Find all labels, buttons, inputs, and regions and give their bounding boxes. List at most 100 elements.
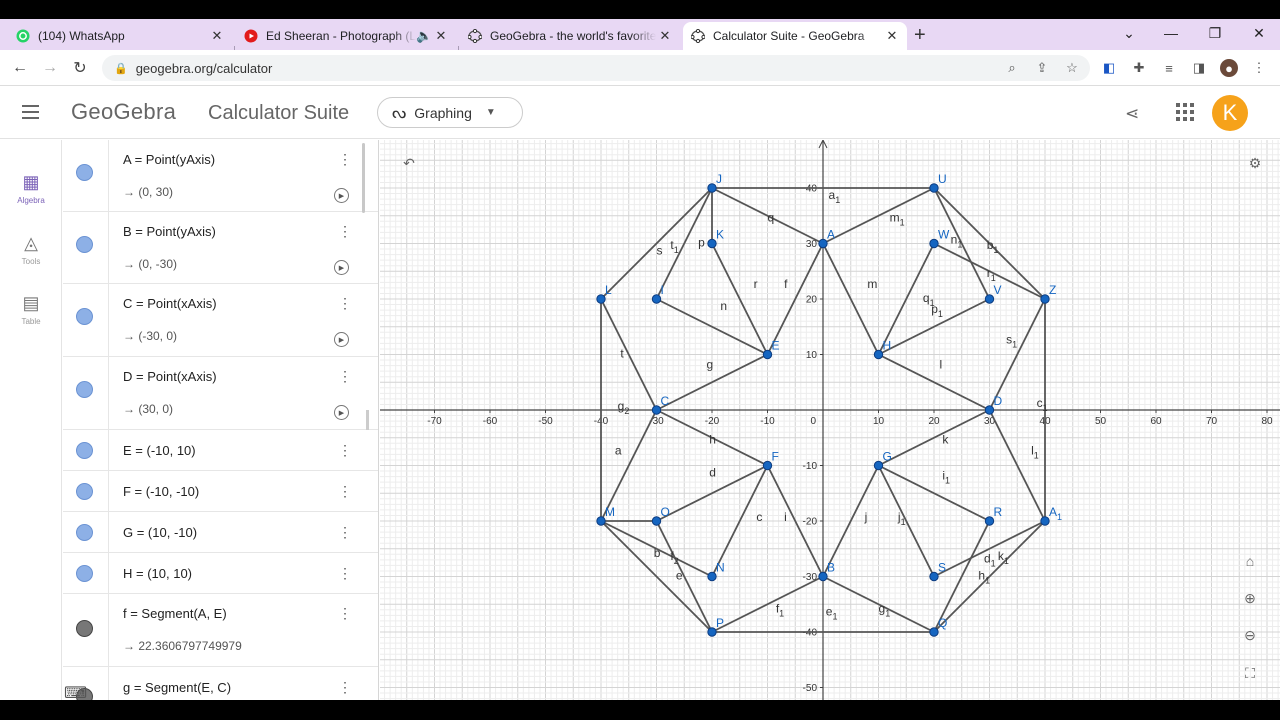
point-Q[interactable] (929, 627, 939, 637)
definition-text[interactable]: A = Point(yAxis) (123, 152, 215, 167)
algebra-row[interactable]: H = (10, 10) ⋮ (63, 553, 378, 594)
rail-algebra[interactable]: ▦ Algebra (0, 172, 62, 205)
play-animation-icon[interactable]: ▶ (334, 405, 349, 420)
algebra-row[interactable]: G = (10, -10) ⋮ (63, 512, 378, 553)
chrome-menu-icon[interactable]: ⋮ (1250, 59, 1268, 77)
visibility-toggle[interactable] (76, 164, 93, 181)
zoom-in-icon[interactable]: ⊕ (1239, 587, 1261, 609)
point-O[interactable] (651, 516, 662, 526)
point-Z[interactable] (1040, 294, 1050, 304)
play-animation-icon[interactable]: ▶ (334, 260, 349, 275)
minimize-button[interactable]: — (1150, 19, 1192, 47)
tab-youtube[interactable]: Ed Sheeran - Photograph (Lyrics) 🔈 ✕ (236, 22, 456, 50)
more-options-icon[interactable]: ⋮ (338, 524, 352, 541)
definition-text[interactable]: E = (-10, 10) (123, 443, 196, 458)
point-J[interactable] (707, 183, 717, 193)
zoom-out-icon[interactable]: ⊖ (1239, 624, 1261, 646)
point-W[interactable] (929, 238, 939, 249)
algebra-row[interactable]: f = Segment(A, E) → 22.3606797749979 ⋮ (63, 594, 378, 667)
tab-close-button[interactable]: ✕ (208, 28, 226, 44)
point-C[interactable] (651, 405, 662, 415)
point-A[interactable] (818, 238, 828, 249)
more-options-icon[interactable]: ⋮ (338, 679, 352, 696)
extension-icon[interactable]: ◧ (1100, 59, 1118, 77)
settings-gear-icon[interactable]: ⚙ (1244, 152, 1266, 174)
visibility-toggle[interactable] (76, 523, 93, 541)
app-selector-dropdown[interactable]: ᔓ Graphing ▼ (377, 97, 523, 128)
close-window-button[interactable]: ✕ (1238, 19, 1280, 47)
omnibox[interactable]: 🔒 geogebra.org/calculator (102, 55, 1090, 81)
point-M[interactable] (596, 516, 606, 526)
share-page-icon[interactable]: ⇪ (1033, 59, 1051, 77)
algebra-row[interactable]: D = Point(xAxis) → (30, 0) ⋮ ▶ (63, 357, 378, 430)
point-K[interactable] (707, 238, 717, 249)
more-options-icon[interactable]: ⋮ (338, 151, 352, 168)
share-icon[interactable]: ⋖ (1125, 104, 1139, 124)
point-G[interactable] (873, 460, 884, 471)
visibility-toggle[interactable] (76, 308, 93, 325)
more-options-icon[interactable]: ⋮ (338, 605, 352, 622)
visibility-toggle[interactable] (76, 236, 93, 253)
back-arrow-icon[interactable]: ← (8, 57, 32, 79)
definition-text[interactable]: G = (10, -10) (123, 525, 197, 540)
algebra-row[interactable]: A = Point(yAxis) → (0, 30) ⋮ ▶ (63, 140, 378, 212)
tab-close-button[interactable]: ✕ (883, 28, 901, 44)
tab-close-button[interactable]: ✕ (432, 28, 450, 44)
point-F[interactable] (762, 460, 773, 471)
tab-geogebra-home[interactable]: GeoGebra - the world's favorite, free ✕ (460, 22, 680, 50)
puzzle-icon[interactable]: ✚ (1130, 59, 1148, 77)
algebra-row[interactable]: C = Point(xAxis) → (-30, 0) ⋮ ▶ (63, 284, 378, 357)
graph-canvas[interactable]: -70-60-50-40-30-20-101020304050607080403… (380, 140, 1280, 700)
definition-text[interactable]: D = Point(xAxis) (123, 369, 217, 384)
graphics-view[interactable]: -70-60-50-40-30-20-101020304050607080403… (380, 140, 1280, 700)
point-L[interactable] (596, 294, 606, 304)
algebra-row[interactable]: g = Segment(E, C) ⋮ (63, 667, 378, 700)
more-options-icon[interactable]: ⋮ (338, 442, 352, 459)
definition-text[interactable]: B = Point(yAxis) (123, 224, 216, 239)
tab-search-button[interactable]: ⌄ (1108, 19, 1150, 47)
point-R[interactable] (984, 516, 995, 526)
apps-grid-icon[interactable] (1176, 103, 1194, 121)
point-A1[interactable] (1040, 516, 1050, 526)
home-icon[interactable]: ⌂ (1239, 550, 1261, 572)
undo-icon[interactable]: ↶ (398, 152, 420, 174)
point-V[interactable] (984, 294, 995, 304)
more-options-icon[interactable]: ⋮ (338, 223, 352, 240)
visibility-toggle[interactable] (76, 482, 93, 500)
definition-text[interactable]: H = (10, 10) (123, 566, 192, 581)
visibility-toggle[interactable] (76, 620, 93, 637)
visibility-toggle[interactable] (76, 564, 93, 582)
fullscreen-icon[interactable]: ⛶ (1239, 662, 1261, 684)
panel-resize-handle[interactable] (366, 410, 369, 430)
algebra-row[interactable]: F = (-10, -10) ⋮ (63, 471, 378, 512)
new-tab-button[interactable]: + (914, 24, 926, 47)
play-animation-icon[interactable]: ▶ (334, 332, 349, 347)
more-options-icon[interactable]: ⋮ (338, 483, 352, 500)
point-D[interactable] (984, 405, 995, 415)
user-avatar[interactable]: K (1212, 95, 1248, 131)
media-queue-icon[interactable]: ≡ (1160, 59, 1178, 77)
more-options-icon[interactable]: ⋮ (338, 565, 352, 582)
more-options-icon[interactable]: ⋮ (338, 295, 352, 312)
point-H[interactable] (873, 349, 884, 360)
definition-text[interactable]: g = Segment(E, C) (123, 680, 231, 695)
algebra-scrollbar[interactable] (362, 143, 365, 213)
side-panel-icon[interactable]: ◨ (1190, 59, 1208, 77)
point-P[interactable] (707, 627, 717, 637)
speaker-icon[interactable]: 🔈 (416, 28, 432, 44)
definition-text[interactable]: F = (-10, -10) (123, 484, 199, 499)
rail-tools[interactable]: ◬ Tools (0, 233, 62, 266)
point-S[interactable] (929, 571, 939, 582)
profile-avatar[interactable]: ● (1220, 59, 1238, 77)
point-I[interactable] (651, 294, 662, 304)
more-options-icon[interactable]: ⋮ (338, 368, 352, 385)
tab-close-button[interactable]: ✕ (656, 28, 674, 44)
rail-table[interactable]: ▤ Table (0, 293, 62, 326)
tab-calculator-suite[interactable]: Calculator Suite - GeoGebra ✕ (683, 22, 907, 50)
visibility-toggle[interactable] (76, 441, 93, 459)
definition-text[interactable]: f = Segment(A, E) (123, 606, 227, 621)
play-animation-icon[interactable]: ▶ (334, 188, 349, 203)
point-B[interactable] (818, 571, 828, 582)
geogebra-logo[interactable]: GeoGebra (71, 99, 176, 125)
forward-arrow-icon[interactable]: → (38, 57, 62, 79)
